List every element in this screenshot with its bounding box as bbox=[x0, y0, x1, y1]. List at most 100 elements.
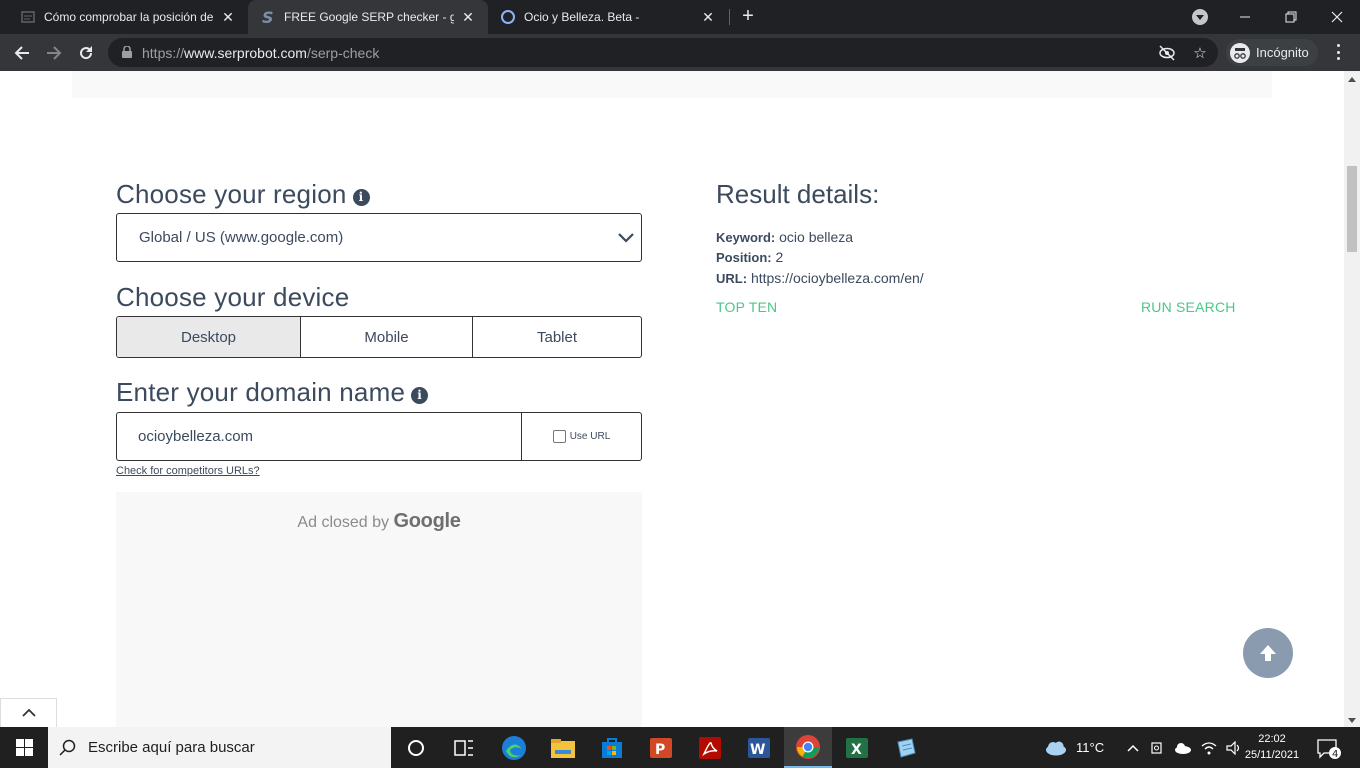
show-hidden-icons-icon[interactable] bbox=[1126, 743, 1140, 753]
restore-button[interactable] bbox=[1268, 0, 1314, 34]
browser-menu-icon[interactable] bbox=[1330, 42, 1346, 62]
ad-slot: Ad closed by Google bbox=[116, 492, 642, 727]
new-tab-button[interactable]: + bbox=[737, 5, 759, 27]
wifi-icon[interactable] bbox=[1201, 741, 1217, 755]
url-value: https://ocioybelleza.com/en/ bbox=[750, 270, 924, 286]
close-tab-icon[interactable]: ✕ bbox=[460, 9, 476, 26]
close-tab-icon[interactable]: ✕ bbox=[700, 9, 716, 26]
acrobat-reader-icon[interactable] bbox=[686, 727, 734, 768]
position-label: Position: bbox=[716, 250, 772, 265]
system-tray bbox=[1120, 727, 1246, 768]
clock-date: 25/11/2021 bbox=[1244, 749, 1300, 761]
address-bar[interactable]: https://www.serprobot.com/serp-check ☆ bbox=[108, 38, 1218, 67]
search-placeholder: Escribe aquí para buscar bbox=[88, 739, 255, 756]
ad-closed-text: Ad closed by bbox=[297, 514, 390, 531]
microsoft-store-icon[interactable] bbox=[588, 727, 636, 768]
windows-taskbar: Escribe aquí para buscar P W X 11°C 22:0… bbox=[0, 727, 1360, 768]
back-button[interactable] bbox=[9, 40, 35, 66]
browser-tab-strip: Cómo comprobar la posición de ✕ S FREE G… bbox=[0, 0, 1360, 34]
powerpoint-icon[interactable]: P bbox=[637, 727, 685, 768]
lock-icon bbox=[122, 46, 132, 58]
result-keyword: Keyword: ocio belleza bbox=[716, 229, 853, 245]
device-selector: Desktop Mobile Tablet bbox=[116, 316, 642, 358]
domain-input[interactable] bbox=[117, 413, 522, 460]
profile-label: Incógnito bbox=[1256, 45, 1309, 60]
top-ten-link[interactable]: TOP TEN bbox=[716, 299, 777, 315]
loading-spinner-icon bbox=[500, 9, 516, 25]
minimize-button[interactable] bbox=[1222, 0, 1268, 34]
use-url-checkbox[interactable] bbox=[552, 430, 566, 443]
scroll-up-arrow-icon[interactable] bbox=[1348, 77, 1356, 82]
tab-como-comprobar[interactable]: Cómo comprobar la posición de ✕ bbox=[8, 0, 248, 34]
tab-search-icon[interactable] bbox=[1192, 9, 1208, 25]
result-url: URL: https://ocioybelleza.com/en/ bbox=[716, 270, 924, 286]
incognito-profile-button[interactable]: Incógnito bbox=[1226, 39, 1318, 66]
page-scrollbar[interactable] bbox=[1344, 71, 1360, 727]
scroll-down-arrow-icon[interactable] bbox=[1348, 718, 1356, 723]
excel-icon[interactable]: X bbox=[833, 727, 881, 768]
chrome-icon[interactable] bbox=[784, 727, 832, 768]
svg-text:P: P bbox=[655, 742, 665, 758]
weather-temperature: 11°C bbox=[1076, 740, 1105, 755]
ad-closed-notice: Ad closed by Google bbox=[116, 510, 642, 533]
device-heading: Choose your device bbox=[116, 282, 350, 312]
windows-logo-icon bbox=[15, 739, 33, 756]
forward-button[interactable] bbox=[41, 40, 67, 66]
device-tablet-button[interactable]: Tablet bbox=[473, 317, 641, 357]
result-heading: Result details: bbox=[716, 179, 880, 209]
notification-center-button[interactable]: 4 bbox=[1316, 727, 1342, 768]
clock-time: 22:02 bbox=[1258, 733, 1286, 745]
info-icon[interactable]: i bbox=[352, 189, 370, 206]
info-icon[interactable]: i bbox=[411, 387, 429, 404]
notification-count: 4 bbox=[1332, 749, 1338, 759]
edge-icon[interactable] bbox=[490, 727, 538, 768]
region-selected-value: Global / US (www.google.com) bbox=[139, 229, 344, 246]
close-window-button[interactable] bbox=[1314, 0, 1360, 34]
device-desktop-button[interactable]: Desktop bbox=[117, 317, 301, 357]
tab-title: Ocio y Belleza. Beta - bbox=[524, 10, 640, 24]
file-explorer-icon[interactable] bbox=[539, 727, 587, 768]
weather-widget[interactable]: 11°C bbox=[1044, 727, 1104, 768]
cloud-icon bbox=[1046, 741, 1066, 755]
google-logo: Google bbox=[393, 510, 461, 532]
device-mobile-button[interactable]: Mobile bbox=[301, 317, 473, 357]
url-text: https://www.serprobot.com/serp-check bbox=[142, 45, 379, 61]
word-icon[interactable]: W bbox=[735, 727, 783, 768]
task-view-icon[interactable] bbox=[440, 727, 488, 768]
use-url-label: Use URL bbox=[569, 431, 611, 442]
system-clock[interactable]: 22:02 25/11/2021 bbox=[1240, 731, 1304, 763]
region-heading-text: Choose your region bbox=[116, 179, 347, 209]
tab-ocio-belleza[interactable]: Ocio y Belleza. Beta - ✕ bbox=[488, 0, 728, 34]
search-icon bbox=[48, 739, 88, 757]
chevron-down-icon bbox=[618, 233, 634, 243]
domain-field-group: Use URL bbox=[116, 412, 642, 461]
region-select[interactable]: Global / US (www.google.com) bbox=[116, 213, 642, 262]
header-band bbox=[72, 71, 1272, 98]
notepad-icon[interactable] bbox=[882, 727, 930, 768]
competitors-link[interactable]: Check for competitors URLs? bbox=[116, 465, 260, 477]
reload-button[interactable] bbox=[73, 40, 99, 66]
bookmark-star-icon[interactable]: ☆ bbox=[1191, 44, 1209, 62]
notification-icon: 4 bbox=[1317, 738, 1341, 759]
arrow-up-icon bbox=[1260, 645, 1276, 661]
taskbar-search-box[interactable]: Escribe aquí para buscar bbox=[48, 727, 391, 768]
cortana-icon[interactable] bbox=[392, 727, 440, 768]
onedrive-icon[interactable] bbox=[1174, 742, 1192, 754]
serprobot-favicon-icon: S bbox=[260, 9, 276, 25]
url-label: URL: bbox=[716, 271, 748, 286]
browser-toolbar: https://www.serprobot.com/serp-check ☆ I… bbox=[0, 34, 1360, 71]
chevron-up-icon bbox=[21, 708, 36, 717]
meet-now-icon[interactable] bbox=[1151, 740, 1165, 756]
result-position: Position: 2 bbox=[716, 249, 783, 265]
start-button[interactable] bbox=[0, 727, 48, 768]
tab-title: Cómo comprobar la posición de bbox=[44, 10, 214, 24]
scroll-to-top-button[interactable] bbox=[1243, 628, 1293, 678]
eye-slash-icon[interactable] bbox=[1158, 44, 1176, 62]
domain-heading: Enter your domain name i bbox=[116, 377, 429, 408]
close-tab-icon[interactable]: ✕ bbox=[220, 9, 236, 26]
run-search-link[interactable]: RUN SEARCH bbox=[1141, 299, 1236, 315]
scrollbar-thumb[interactable] bbox=[1347, 166, 1357, 252]
use-url-toggle[interactable]: Use URL bbox=[522, 413, 641, 460]
expand-shelf-button[interactable] bbox=[0, 698, 57, 727]
tab-serp-checker[interactable]: S FREE Google SERP checker - goo ✕ bbox=[248, 0, 488, 34]
